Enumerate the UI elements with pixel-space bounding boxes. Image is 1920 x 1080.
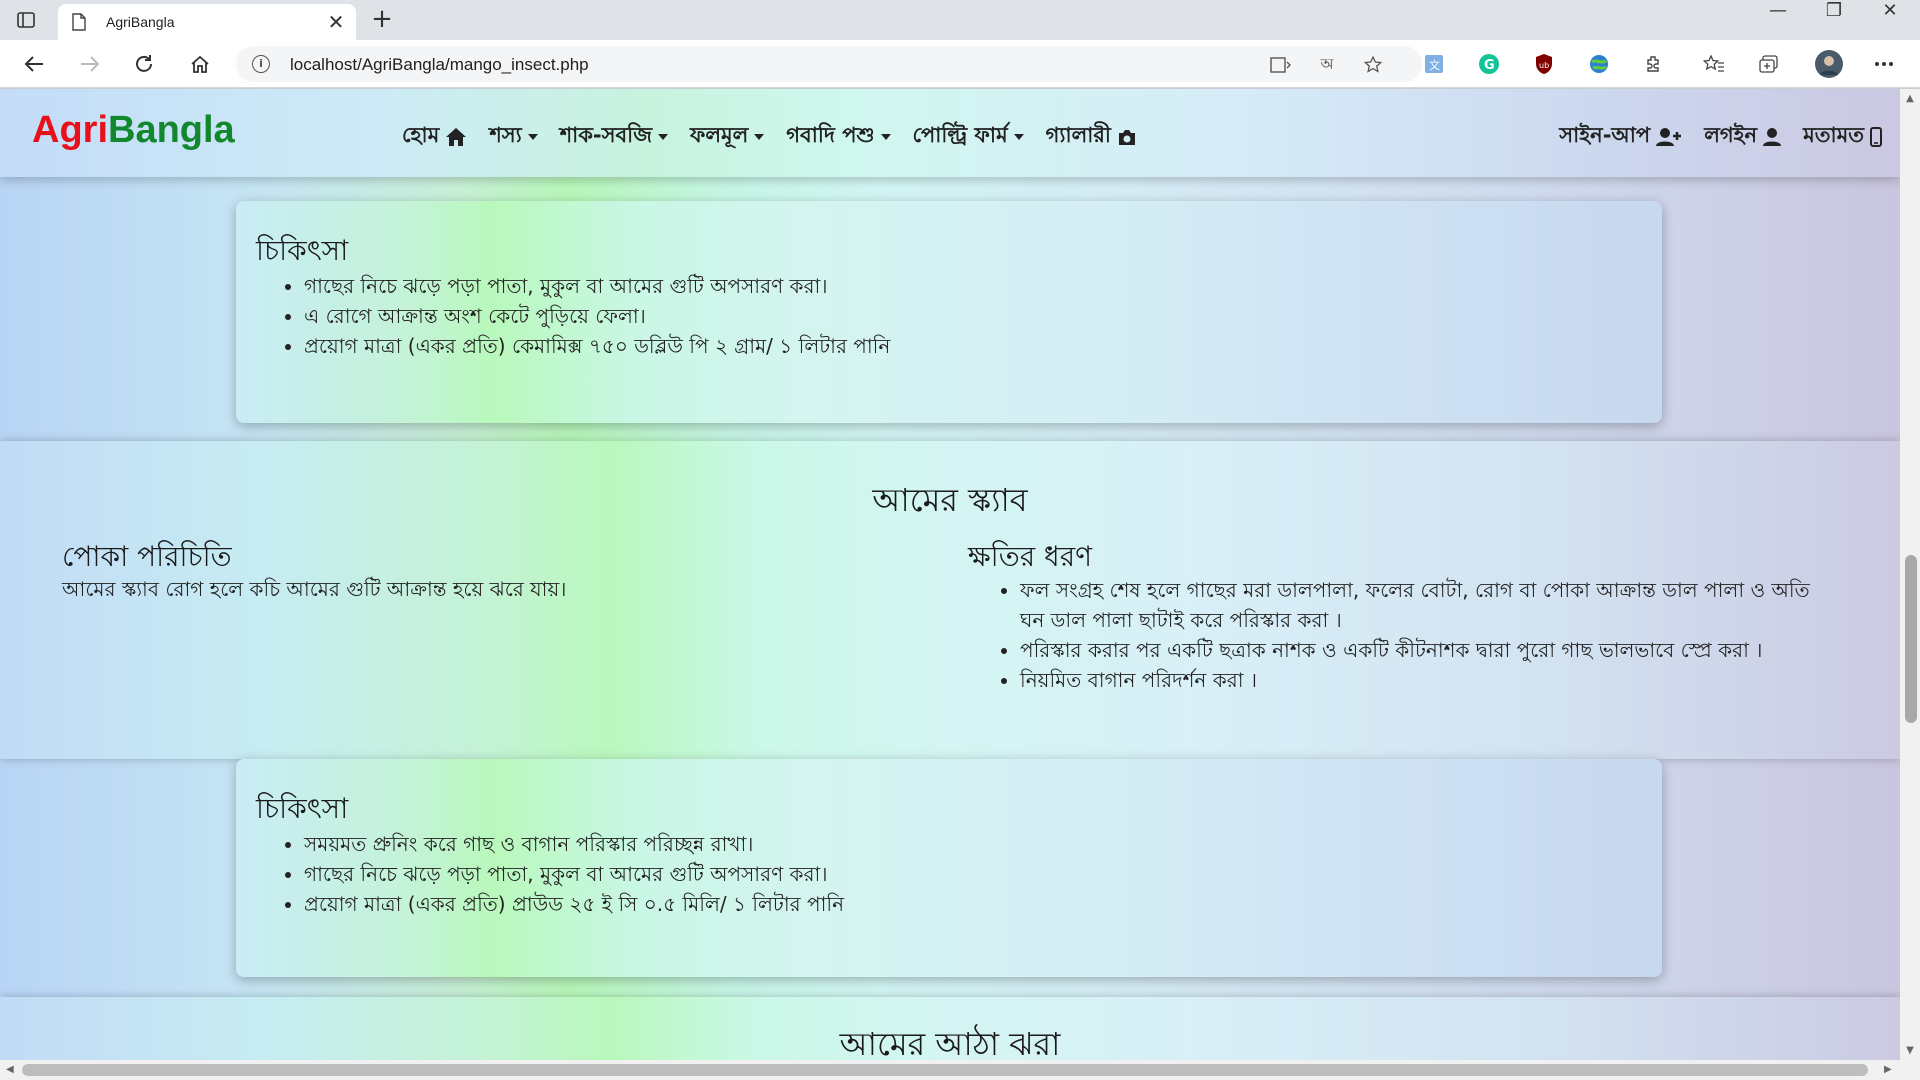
section-title-gummosis: আমের আঠা ঝরা	[839, 1025, 1061, 1060]
tab-close-icon[interactable]: ✕	[324, 10, 348, 34]
nav-poultry-label: পোল্ট্রি ফার্ম	[912, 123, 1008, 147]
nav-fruits-label: ফলমূল	[689, 123, 749, 147]
nav-signup-label: সাইন-আপ	[1559, 123, 1651, 147]
list-item: ফল সংগ্রহ শেষ হলে গাছের মরা ডালপালা, ফলে…	[1020, 575, 1840, 635]
nav-signup[interactable]: সাইন-আপ	[1559, 119, 1682, 154]
close-window-button[interactable]: ✕	[1862, 0, 1918, 40]
browser-tab[interactable]: AgriBangla ✕	[58, 4, 356, 40]
camera-icon	[1117, 128, 1137, 146]
extensions-icon[interactable]	[1642, 52, 1666, 76]
scroll-up-icon[interactable]: ▲	[1905, 93, 1915, 104]
restore-button[interactable]: ❐	[1806, 0, 1862, 40]
horizontal-scrollbar[interactable]: ◀ ▶	[0, 1060, 1920, 1080]
list-item: নিয়মিত বাগান পরিদর্শন করা ।	[1020, 665, 1840, 695]
svg-text:ub: ub	[1539, 61, 1549, 70]
list-item: গাছের নিচে ঝড়ে পড়া পাতা, মুকুল বা আমের…	[304, 859, 844, 889]
back-icon[interactable]	[22, 52, 46, 76]
svg-text:G: G	[1484, 58, 1495, 73]
home-browser-icon[interactable]	[188, 52, 212, 76]
nav-livestock[interactable]: গবাদি পশু	[786, 119, 891, 154]
nav-crops[interactable]: শস্য	[489, 119, 538, 154]
nav-vegetables[interactable]: শাক-সবজি	[560, 119, 668, 154]
list-item: গাছের নিচে ঝড়ে পড়া পাতা, মুকুল বা আমের…	[304, 271, 890, 301]
nav-home-label: হোম	[402, 123, 440, 147]
refresh-icon[interactable]	[132, 52, 156, 76]
grammarly-icon[interactable]: G	[1477, 52, 1501, 76]
url-text[interactable]: localhost/AgriBangla/mango_insect.php	[290, 55, 589, 75]
scroll-down-icon[interactable]: ▼	[1905, 1045, 1915, 1056]
address-bar[interactable]: i localhost/AgriBangla/mango_insect.php …	[236, 46, 1422, 82]
nav-crops-label: শস্য	[489, 123, 522, 147]
caret-down-icon	[1013, 133, 1024, 140]
mango-gummosis-section: আমের আঠা ঝরা	[0, 997, 1900, 1060]
nav-vegetables-label: শাক-সবজি	[559, 123, 652, 147]
vertical-scrollbar[interactable]: ▲ ▼	[1900, 89, 1920, 1060]
treatment-card-1: চিকিৎসা গাছের নিচে ঝড়ে পড়া পাতা, মুকুল…	[236, 201, 1662, 423]
treatment-list-2: সময়মত প্রুনিং করে গাছ ও বাগান পরিস্কার …	[284, 829, 844, 919]
profile-avatar[interactable]	[1814, 49, 1844, 79]
section-title-scab: আমের স্ক্যাব	[872, 481, 1028, 519]
collections-icon[interactable]	[1757, 52, 1781, 76]
pest-intro-text: আমের স্ক্যাব রোগ হলে কচি আমের গুটি আক্রা…	[62, 577, 567, 601]
treatment-heading-2: চিকিৎসা	[256, 792, 349, 825]
list-item: এ রোগে আক্রান্ত অংশ কেটে পুড়িয়ে ফেলা।	[304, 301, 890, 331]
page-icon	[72, 13, 88, 31]
tab-title: AgriBangla	[106, 14, 175, 30]
nav-login-label: লগইন	[1704, 123, 1758, 147]
user-icon	[1763, 127, 1782, 147]
new-tab-button[interactable]: +	[368, 6, 396, 34]
vertical-scroll-thumb[interactable]	[1905, 555, 1917, 723]
list-item: পরিস্কার করার পর একটি ছত্রাক নাশক ও একটি…	[1020, 635, 1840, 665]
main-menu: হোম শস্য শাক-সবজি ফলমূল গবাদি পশু পোল্ট্…	[402, 119, 1159, 154]
favorite-add-icon[interactable]	[1362, 54, 1384, 76]
mango-scab-section: আমের স্ক্যাব পোকা পরিচিতি আমের স্ক্যাব র…	[0, 441, 1900, 759]
brand-logo[interactable]: AgriBangla	[32, 109, 235, 152]
nav-gallery[interactable]: গ্যালারী	[1046, 119, 1137, 154]
nav-fruits[interactable]: ফলমূল	[689, 119, 765, 154]
forward-icon[interactable]	[78, 52, 102, 76]
damage-list: ফল সংগ্রহ শেষ হলে গাছের মরা ডালপালা, ফলে…	[1000, 575, 1840, 695]
nav-gallery-label: গ্যালারী	[1045, 123, 1111, 147]
page-viewport: AgriBangla হোম শস্য শাক-সবজি ফলমূল গবাদি…	[0, 89, 1900, 1060]
caret-down-icon	[657, 133, 668, 140]
scroll-right-icon[interactable]: ▶	[1884, 1064, 1892, 1075]
svg-text:文: 文	[1429, 58, 1440, 72]
treatment-card-2: চিকিৎসা সময়মত প্রুনিং করে গাছ ও বাগান প…	[236, 759, 1662, 977]
browser-tab-bar: AgriBangla ✕ + — ❐ ✕	[0, 0, 1920, 40]
caret-down-icon	[880, 133, 891, 140]
nav-login[interactable]: লগইন	[1704, 119, 1782, 154]
brand-text-bangla: Bangla	[108, 109, 235, 151]
nav-feedback[interactable]: মতামত	[1803, 119, 1882, 154]
nav-poultry[interactable]: পোল্ট্রি ফার্ম	[913, 119, 1024, 154]
caret-down-icon	[527, 133, 538, 140]
favorites-icon[interactable]	[1702, 52, 1726, 76]
treatment-heading-1: চিকিৎসা	[256, 234, 349, 267]
immersive-reader-icon[interactable]	[1270, 54, 1292, 76]
more-options-icon[interactable]	[1872, 52, 1896, 76]
list-item: প্রয়োগ মাত্রা (একর প্রতি) কেমামিক্স ৭৫০…	[304, 331, 890, 361]
user-plus-icon	[1656, 127, 1682, 147]
nav-home[interactable]: হোম	[402, 119, 467, 154]
translator-extension-icon[interactable]: 文	[1422, 52, 1446, 76]
translate-icon[interactable]: অ	[1316, 54, 1338, 76]
list-item: সময়মত প্রুনিং করে গাছ ও বাগান পরিস্কার …	[304, 829, 844, 859]
site-navbar: AgriBangla হোম শস্য শাক-সবজি ফলমূল গবাদি…	[0, 89, 1900, 177]
user-menu: সাইন-আপ লগইন মতামত	[1537, 119, 1882, 154]
home-icon	[445, 127, 467, 147]
horizontal-scroll-thumb[interactable]	[22, 1064, 1868, 1076]
ublock-icon[interactable]: ub	[1532, 52, 1556, 76]
list-item: প্রয়োগ মাত্রা (একর প্রতি) প্রাউড ২৫ ই স…	[304, 889, 844, 919]
nav-feedback-label: মতামত	[1803, 123, 1864, 147]
site-info-icon[interactable]: i	[252, 55, 270, 73]
mobile-icon	[1870, 126, 1882, 147]
brand-text-agri: Agri	[32, 109, 108, 151]
caret-down-icon	[754, 133, 765, 140]
browser-toolbar: i localhost/AgriBangla/mango_insect.php …	[0, 40, 1920, 88]
treatment-list-1: গাছের নিচে ঝড়ে পড়া পাতা, মুকুল বা আমের…	[284, 271, 890, 361]
scroll-left-icon[interactable]: ◀	[6, 1064, 14, 1075]
globe-extension-icon[interactable]	[1587, 52, 1611, 76]
minimize-button[interactable]: —	[1750, 0, 1806, 40]
tab-actions-icon[interactable]	[14, 8, 38, 32]
nav-livestock-label: গবাদি পশু	[786, 123, 875, 147]
